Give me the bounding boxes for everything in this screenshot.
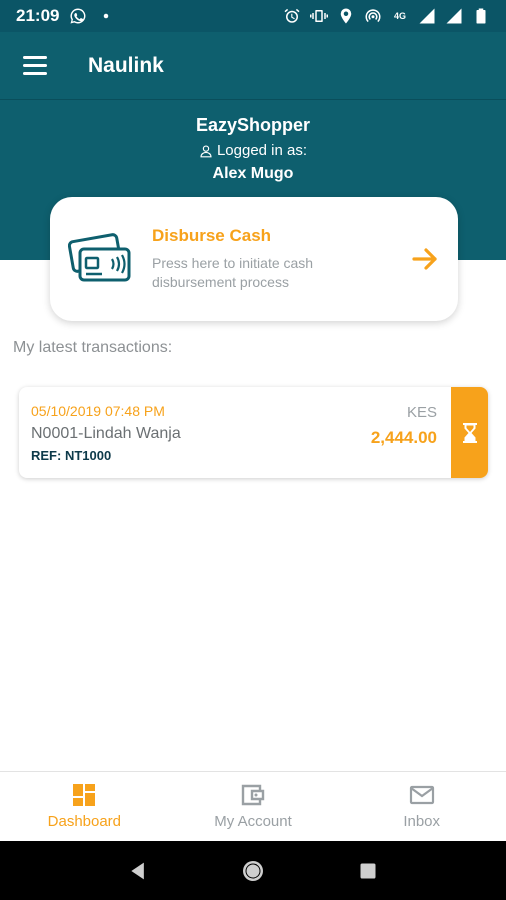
back-button[interactable]: [126, 859, 150, 883]
transactions-section-label: My latest transactions:: [13, 339, 173, 356]
nav-dashboard[interactable]: Dashboard: [0, 772, 169, 841]
signal-icon: [445, 7, 463, 25]
nav-inbox-label: Inbox: [403, 813, 441, 830]
alarm-icon: [283, 7, 301, 25]
back-icon: [130, 862, 144, 879]
whatsapp-icon: [69, 7, 87, 25]
transaction-ref: REF: NT1000: [31, 448, 112, 463]
home-button[interactable]: [241, 859, 265, 883]
nav-my-account-label: My Account: [214, 813, 292, 830]
menu-icon: [23, 54, 47, 78]
bottom-navigation: Dashboard My Account Inbox: [0, 771, 506, 841]
signal-icon: [418, 7, 436, 25]
disburse-title: Disburse Cash: [152, 226, 272, 245]
arrow-right-icon: [412, 248, 437, 270]
transaction-currency: KES: [406, 404, 437, 421]
dashboard-icon: [73, 784, 96, 806]
disburse-subtitle: Press here to initiate cash disbursement…: [152, 255, 314, 290]
recents-button[interactable]: [356, 859, 380, 883]
app-title: Naulink: [88, 53, 164, 77]
logged-in-label: Logged in as:: [216, 142, 308, 159]
user-icon: [200, 144, 212, 157]
location-icon: [337, 7, 355, 25]
system-navigation-bar: [0, 841, 506, 900]
hotspot-icon: [364, 7, 382, 25]
dot-icon: [97, 7, 115, 25]
vibrate-icon: [310, 7, 328, 25]
disburse-cash-card[interactable]: Disburse Cash Press here to initiate cas…: [50, 197, 458, 321]
store-name: EazyShopper: [195, 115, 311, 135]
status-time: 21:09: [16, 6, 60, 25]
transaction-card[interactable]: 05/10/2019 07:48 PM N0001-Lindah Wanja R…: [19, 387, 488, 478]
hourglass-icon: [462, 422, 477, 443]
home-icon: [242, 860, 263, 881]
transaction-name: N0001-Lindah Wanja: [31, 425, 181, 442]
user-name: Alex Mugo: [212, 165, 294, 182]
transaction-amount: 2,444.00: [370, 428, 437, 447]
battery-icon: [472, 7, 490, 25]
profile-section: EazyShopper Logged in as: Alex Mugo: [0, 115, 506, 183]
menu-button[interactable]: [0, 32, 70, 100]
recents-icon: [360, 863, 376, 878]
transaction-status-badge: [451, 387, 488, 478]
nav-my-account[interactable]: My Account: [169, 772, 338, 841]
wallet-icon: [241, 784, 265, 806]
status-bar: 21:09 4G: [0, 0, 506, 32]
nav-inbox[interactable]: Inbox: [337, 772, 506, 841]
nav-dashboard-label: Dashboard: [47, 813, 122, 830]
app-bar: Naulink: [0, 32, 506, 100]
network-type: 4G: [393, 11, 406, 21]
cards-icon: [68, 233, 131, 282]
mail-icon: [409, 785, 434, 805]
logged-in-row: Logged in as:: [0, 142, 506, 159]
transaction-date: 05/10/2019 07:48 PM: [31, 403, 165, 419]
